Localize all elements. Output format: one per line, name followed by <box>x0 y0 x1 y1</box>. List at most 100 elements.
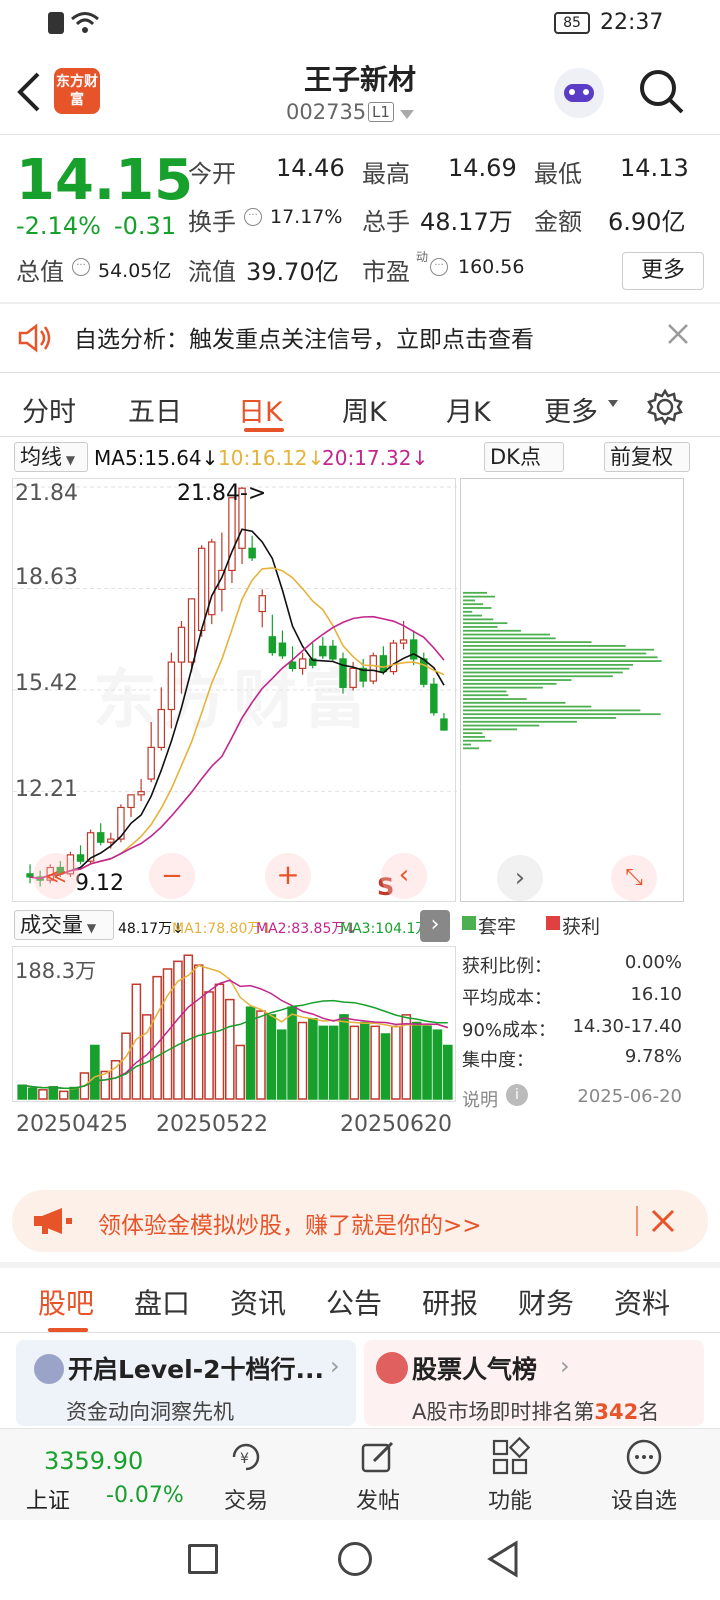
dock-post[interactable]: 发帖 <box>342 1437 414 1515</box>
adjust-button[interactable]: 前复权 <box>604 442 690 472</box>
volume-bar <box>38 1089 48 1100</box>
chip-bar <box>463 698 527 700</box>
chip-bar <box>463 690 507 693</box>
analysis-notice[interactable]: 自选分析：触发重点关注信号，立即点击查看 <box>0 304 720 372</box>
ma5-line <box>29 528 445 880</box>
trapped-legend: 套牢 <box>478 916 517 938</box>
candle-body <box>248 547 256 559</box>
close-icon[interactable] <box>666 322 690 346</box>
promo-banner[interactable]: 领体验金模拟炒股，赚了就是你的>> <box>12 1190 708 1252</box>
tab-minute[interactable]: 分时 <box>22 390 76 429</box>
index-change[interactable]: -0.07% <box>106 1483 184 1508</box>
chip-bar <box>463 633 550 636</box>
tab-week-k[interactable]: 周K <box>342 390 387 429</box>
open-value: 14.46 <box>276 154 345 182</box>
tab-five-day[interactable]: 五日 <box>128 390 182 429</box>
mktcap-label: 总值 <box>16 258 64 286</box>
chip-distribution-chart[interactable]: › ⤡ <box>460 478 684 902</box>
notice-text: 自选分析：触发重点关注信号，立即点击查看 <box>74 327 534 353</box>
chip-bar <box>463 648 655 651</box>
candle-body <box>319 645 327 657</box>
back-triangle-icon[interactable] <box>486 1540 520 1578</box>
info-icon[interactable]: ··· <box>430 258 448 276</box>
candle-body <box>268 636 277 654</box>
chip-bar <box>463 607 492 609</box>
speaker-icon <box>18 323 51 353</box>
more-quote-button[interactable]: 更多 <box>622 252 704 290</box>
chevron-right-icon[interactable]: › <box>420 910 450 942</box>
info-icon[interactable]: i <box>506 1084 528 1106</box>
index-value[interactable]: 3359.90 <box>44 1447 143 1475</box>
back-icon[interactable]: ‹ <box>381 853 427 899</box>
candle-body <box>288 661 297 670</box>
pe-superscript: 动 <box>416 250 429 264</box>
tab-news[interactable]: 资讯 <box>230 1282 286 1322</box>
kline-chart[interactable]: 东方财富 21.84 18.63 15.42 12.21 21.84-> 9.1… <box>12 478 457 903</box>
home-icon[interactable] <box>338 1542 372 1576</box>
volume-bar <box>27 1087 38 1100</box>
dk-point-button[interactable]: DK点 <box>484 442 564 472</box>
chip-bar <box>463 720 577 723</box>
dock-functions[interactable]: 功能 <box>474 1436 546 1515</box>
info-icon[interactable]: ··· <box>244 208 262 226</box>
candle-body <box>379 655 388 673</box>
zoom-out-icon[interactable]: − <box>149 853 195 899</box>
scroll-left-icon[interactable]: ≪ <box>33 853 79 899</box>
turnover-value: 17.17% <box>270 206 343 228</box>
tab-research[interactable]: 研报 <box>422 1282 478 1322</box>
tab-month-k[interactable]: 月K <box>446 390 491 429</box>
dock-trade-label: 交易 <box>223 1489 268 1514</box>
chip-bar <box>463 660 662 662</box>
robot-assistant-icon[interactable] <box>554 68 604 118</box>
amount-value: 6.90亿 <box>608 208 686 236</box>
candle-body <box>278 642 287 657</box>
note-label[interactable]: 说明 <box>462 1086 498 1112</box>
chevron-right-icon[interactable]: › <box>497 855 543 901</box>
volume-bar <box>214 983 225 1100</box>
recent-apps-icon[interactable] <box>188 1544 218 1574</box>
dock-trade[interactable]: ¥ 交易 <box>210 1437 282 1515</box>
level2-card[interactable]: 开启Level-2十档行... › 资金动向洞察先机 <box>16 1340 356 1426</box>
promo-text: 领体验金模拟炒股，赚了就是你的>> <box>98 1213 482 1239</box>
candle-body <box>399 639 408 644</box>
tab-pankou[interactable]: 盘口 <box>134 1282 190 1322</box>
zoom-in-icon[interactable]: + <box>265 853 311 899</box>
kline-plot[interactable] <box>13 479 457 903</box>
tab-profile[interactable]: 资料 <box>614 1282 670 1322</box>
volume-chart[interactable]: 188.3万 <box>12 946 456 1102</box>
tab-finance[interactable]: 财务 <box>518 1282 574 1322</box>
settings-gear-icon[interactable] <box>646 388 684 426</box>
volume-bar <box>328 1025 339 1100</box>
divider <box>0 436 720 437</box>
candle-body <box>177 626 186 663</box>
chip-bar <box>463 595 496 598</box>
candle-body <box>258 595 266 613</box>
tab-guba[interactable]: 股吧 <box>38 1282 94 1322</box>
expand-icon[interactable]: ⤡ <box>611 855 657 901</box>
ma-select[interactable]: 均线 ▼ <box>14 442 88 472</box>
search-icon[interactable] <box>638 68 686 116</box>
close-icon[interactable] <box>650 1208 676 1234</box>
tab-indicator <box>244 428 284 432</box>
dock-add-watchlist[interactable]: 设自选 <box>604 1437 684 1515</box>
chevron-down-icon[interactable] <box>400 110 414 119</box>
volume-select[interactable]: 成交量 ▼ <box>14 910 114 940</box>
tab-day-k[interactable]: 日K <box>238 390 283 429</box>
pe-label: 市盈 <box>362 258 410 286</box>
yen-exchange-icon: ¥ <box>232 1443 260 1471</box>
chip-bar <box>463 656 658 659</box>
popularity-card[interactable]: 股票人气榜 › A股市场即时排名第342名 <box>364 1340 704 1426</box>
index-name[interactable]: 上证 <box>26 1483 70 1515</box>
status-bar: 85 22:37 <box>0 0 720 48</box>
volume-bar <box>204 991 214 1100</box>
candle-body <box>147 746 155 780</box>
chart-tabs: 分时 五日 日K 周K 月K 更多 <box>0 376 720 440</box>
info-icon[interactable]: ··· <box>72 258 90 276</box>
volume-bar <box>100 1070 111 1100</box>
level-badge[interactable]: L1 <box>368 102 394 122</box>
tab-announcements[interactable]: 公告 <box>326 1282 382 1322</box>
popularity-subtitle: A股市场即时排名第342名 <box>412 1396 659 1426</box>
chip-date: 2025-06-20 <box>577 1086 682 1107</box>
volume-bar <box>411 1021 422 1100</box>
tab-more[interactable]: 更多 <box>544 390 598 429</box>
